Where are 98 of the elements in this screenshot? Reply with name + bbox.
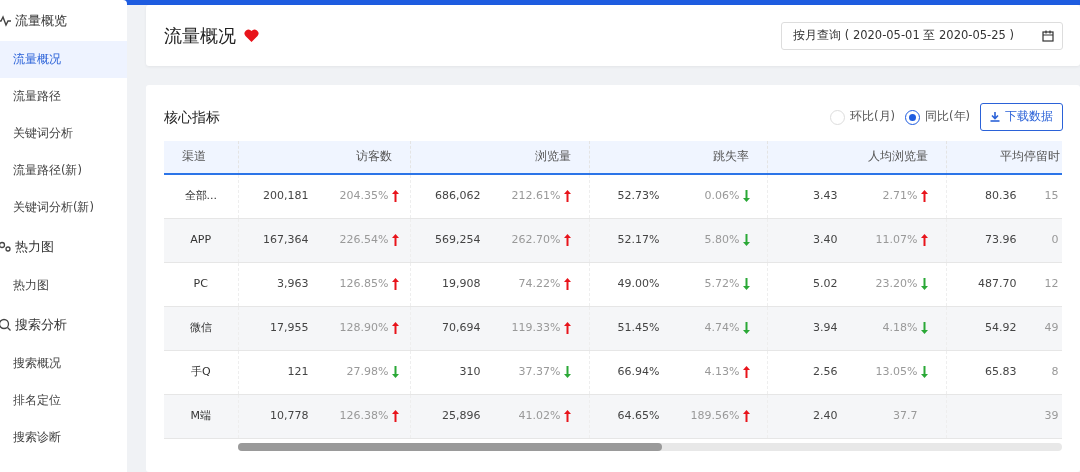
heatmap-icon [0,240,11,253]
table-cell-text: 5.02 [812,275,838,292]
change-percentage: 119.33% [510,319,561,336]
change-percentage: 0.06% [703,188,740,204]
change-percentage: 8 [1050,363,1059,380]
change-percentage: 5.80% [703,231,740,248]
sidebar-group-label[interactable]: 热力图 [15,236,54,257]
change-percentage: 41.02% [517,407,561,424]
table-cell-text: 2.56 [812,363,838,380]
change-percentage: 15 [1043,188,1059,204]
column-header: 跳失率 [589,141,767,174]
section-title: 核心指标 [164,107,220,127]
table-cell-text: 2.40 [812,407,838,424]
sidebar-item[interactable]: 流量路径 [0,78,127,115]
download-button[interactable]: 下载数据 [980,103,1063,131]
table-cell-text: 3,963 [276,275,309,292]
table-cell-text: 167,364 [262,231,309,248]
table-cell: PC [164,262,238,306]
table-cell-text: 54.92 [984,319,1017,336]
table-cell: APP [164,218,238,262]
change-percentage: 13.05% [874,363,918,380]
heart-icon [244,29,259,42]
sidebar-item[interactable]: 搜索诊断 [0,419,127,456]
change-percentage: 12 [1043,275,1059,292]
table-cell-text: 49.00% [616,275,660,292]
table-cell-text: 73.96 [984,231,1017,248]
change-percentage: 39 [1043,407,1059,424]
table-cell-text: 70,694 [441,319,481,336]
change-percentage: 2.71% [881,188,918,204]
table-cell-text: 17,955 [269,319,309,336]
change-percentage: 27.98% [345,363,389,380]
table-cell: 手Q [164,350,238,394]
change-percentage: 5.72% [703,275,740,292]
table-cell: 微信 [164,306,238,350]
table-cell-text: 51.45% [616,319,660,336]
change-percentage: 49 [1043,319,1059,336]
table-cell-text: 686,062 [434,188,481,204]
table-cell-text: 80.36 [984,188,1017,204]
date-range-field[interactable]: 按月查询 ( 2020-05-01 至 2020-05-25 ) [781,21,1063,50]
table-cell-text: 569,254 [434,231,481,248]
scrollbar-track[interactable] [238,442,1062,451]
table-cell-text: 487.70 [977,275,1017,292]
pulse-icon [0,14,11,27]
table-cell: 全部... [164,174,238,218]
sidebar-item[interactable]: 流量路径(新) [0,152,127,189]
compare-radio[interactable]: 环比(月) [830,108,895,126]
change-percentage: 11.07% [874,231,918,248]
table-cell-text: 25,896 [441,407,481,424]
column-header: 人均浏览量 [767,141,946,174]
change-percentage: 189.56% [689,407,740,424]
change-percentage: 23.20% [874,275,918,292]
change-percentage: 128.90% [338,319,389,336]
table-cell-text: 310 [458,363,481,380]
calendar-icon [1042,29,1054,42]
column-header: 平均停留时 [946,141,1062,174]
column-header: 浏览量 [410,141,589,174]
table-cell-text: 121 [286,363,309,380]
column-header: 访客数 [238,141,410,174]
change-percentage: 262.70% [510,231,561,248]
change-percentage: 212.61% [510,188,561,204]
table-cell-text: 65.83 [984,363,1017,380]
change-percentage: 126.38% [338,407,389,424]
sidebar-item[interactable]: 搜索概况 [0,345,127,382]
change-percentage: 226.54% [338,231,389,248]
search-icon [0,318,11,331]
table-cell-text: 66.94% [616,363,660,380]
page-title: 流量概况 [164,24,236,48]
change-percentage: 4.13% [703,363,740,380]
compare-radio[interactable]: 同比(年) [905,108,970,126]
table-cell: M端 [164,394,238,438]
table-cell-text: 64.65% [616,407,660,424]
scrollbar-thumb[interactable] [238,442,662,451]
change-percentage: 4.74% [703,319,740,336]
sidebar-item[interactable]: 排名定位 [0,382,127,419]
change-percentage: 4.18% [881,319,918,336]
table-cell-text: 200,181 [262,188,309,204]
change-percentage: 74.22% [517,275,561,292]
column-header: 渠道 [164,141,238,174]
download-icon [990,112,1000,122]
sidebar-item[interactable]: 热力图 [0,267,127,304]
sidebar-group-label[interactable]: 流量概览 [15,10,67,31]
sidebar-group-label[interactable]: 搜索分析 [15,314,67,335]
change-percentage: 126.85% [338,275,389,292]
sidebar-item[interactable]: 流量概况 [0,41,127,78]
date-range-text: 按月查询 ( 2020-05-01 至 2020-05-25 ) [793,26,1014,44]
change-percentage: 37.7 [892,407,918,424]
table-cell-text: 3.94 [812,319,838,336]
change-percentage: 37.37% [517,363,561,380]
sidebar-item[interactable]: 关键词分析 [0,115,127,152]
table-cell-text: 19,908 [441,275,481,292]
table-cell-text: 3.43 [812,188,838,204]
table-cell-text: 52.17% [616,231,660,248]
table-cell-text: 52.73% [616,188,660,204]
change-percentage: 204.35% [338,188,389,204]
table-cell-text: 3.40 [812,231,838,248]
table-cell-text: 10,778 [269,407,309,424]
change-percentage: 0 [1050,231,1059,248]
sidebar-item[interactable]: 关键词分析(新) [0,189,127,226]
